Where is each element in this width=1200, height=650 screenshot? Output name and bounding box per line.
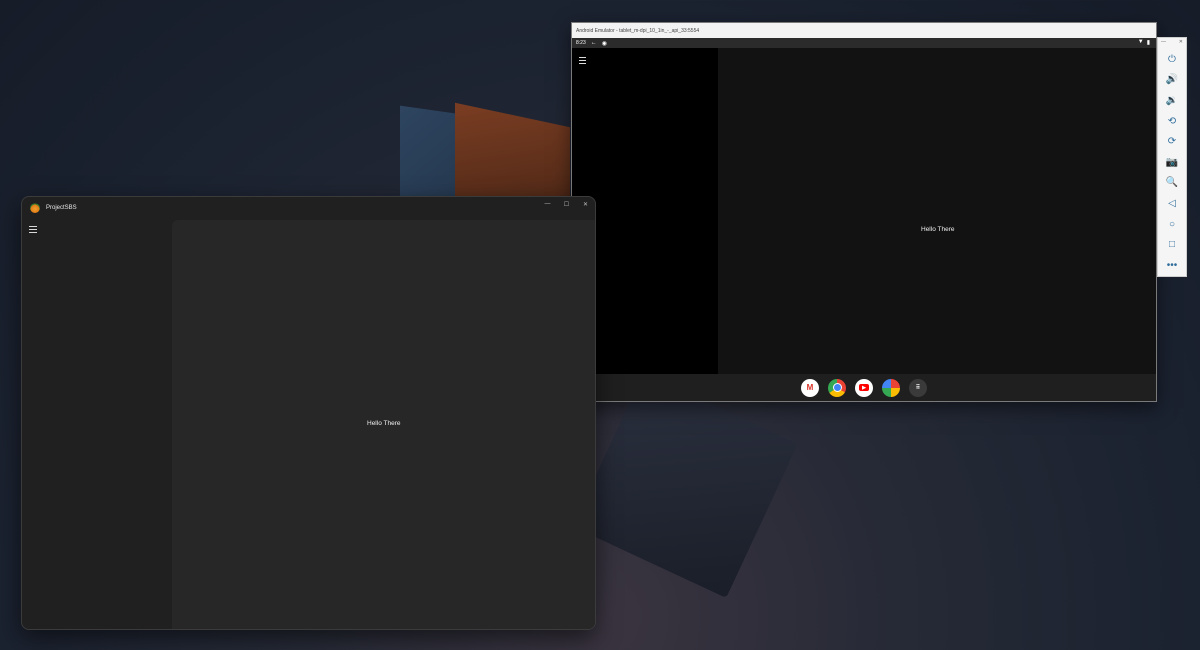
emulator-toolbar: — ✕ ⏻ 🔊 🔉 ⟲ ⟳ 📷 🔍 ◁ ○ □ ••• — [1157, 37, 1187, 277]
back-icon[interactable]: ◁ — [1158, 193, 1186, 214]
window-content-area: Hello There — [172, 220, 595, 629]
rotate-right-icon[interactable]: ⟳ — [1158, 131, 1186, 152]
project-sbs-window: ProjectSBS — ☐ ✕ Hello There — [21, 196, 596, 630]
android-status-bar: 8:23 ← ◉ ▼ ▮ — [572, 38, 1156, 48]
toolbar-close-button[interactable]: ✕ — [1179, 39, 1183, 49]
window-titlebar[interactable]: ProjectSBS — ☐ ✕ — [22, 197, 595, 219]
app-logo-icon — [30, 203, 40, 213]
window-title: ProjectSBS — [46, 205, 77, 211]
hamburger-menu-icon[interactable] — [579, 57, 586, 64]
emulator-content-area: Hello There — [718, 48, 1156, 374]
hello-text: Hello There — [921, 226, 955, 233]
youtube-icon[interactable]: ▶ — [855, 378, 873, 397]
wallpaper-cube-dark — [572, 372, 798, 598]
photos-icon[interactable] — [882, 378, 900, 397]
toolbar-minimize-button[interactable]: — — [1161, 39, 1166, 49]
screenshot-icon[interactable]: 📷 — [1158, 152, 1186, 173]
zoom-icon[interactable]: 🔍 — [1158, 173, 1186, 194]
emulator-titlebar[interactable]: Android Emulator - tablet_m-dpi_10_1in_-… — [572, 23, 1156, 38]
back-arrow-icon: ← — [590, 40, 597, 46]
chrome-icon[interactable] — [828, 378, 846, 397]
gmail-icon[interactable]: M — [801, 378, 819, 397]
close-button[interactable]: ✕ — [576, 197, 595, 211]
status-time: 8:23 — [576, 40, 586, 46]
maximize-button[interactable]: ☐ — [557, 197, 576, 211]
overview-icon[interactable]: □ — [1158, 234, 1186, 255]
battery-icon: ▮ — [1146, 40, 1150, 46]
emulator-title: Android Emulator - tablet_m-dpi_10_1in_-… — [576, 27, 700, 34]
android-emulator-window: Android Emulator - tablet_m-dpi_10_1in_-… — [571, 22, 1157, 402]
hamburger-menu-icon[interactable] — [29, 226, 37, 233]
more-icon[interactable]: ••• — [1158, 255, 1186, 276]
notification-icon: ◉ — [601, 40, 607, 47]
android-taskbar: M ▶ ⠿ — [572, 374, 1156, 401]
volume-down-icon[interactable]: 🔉 — [1158, 90, 1186, 111]
power-icon[interactable]: ⏻ — [1158, 49, 1186, 70]
minimize-button[interactable]: — — [538, 197, 557, 211]
hello-text: Hello There — [367, 420, 401, 427]
rotate-left-icon[interactable]: ⟲ — [1158, 111, 1186, 132]
wifi-icon: ▼ — [1137, 39, 1144, 45]
app-drawer-icon[interactable]: ⠿ — [909, 378, 927, 397]
home-icon[interactable]: ○ — [1158, 214, 1186, 235]
volume-up-icon[interactable]: 🔊 — [1158, 70, 1186, 91]
